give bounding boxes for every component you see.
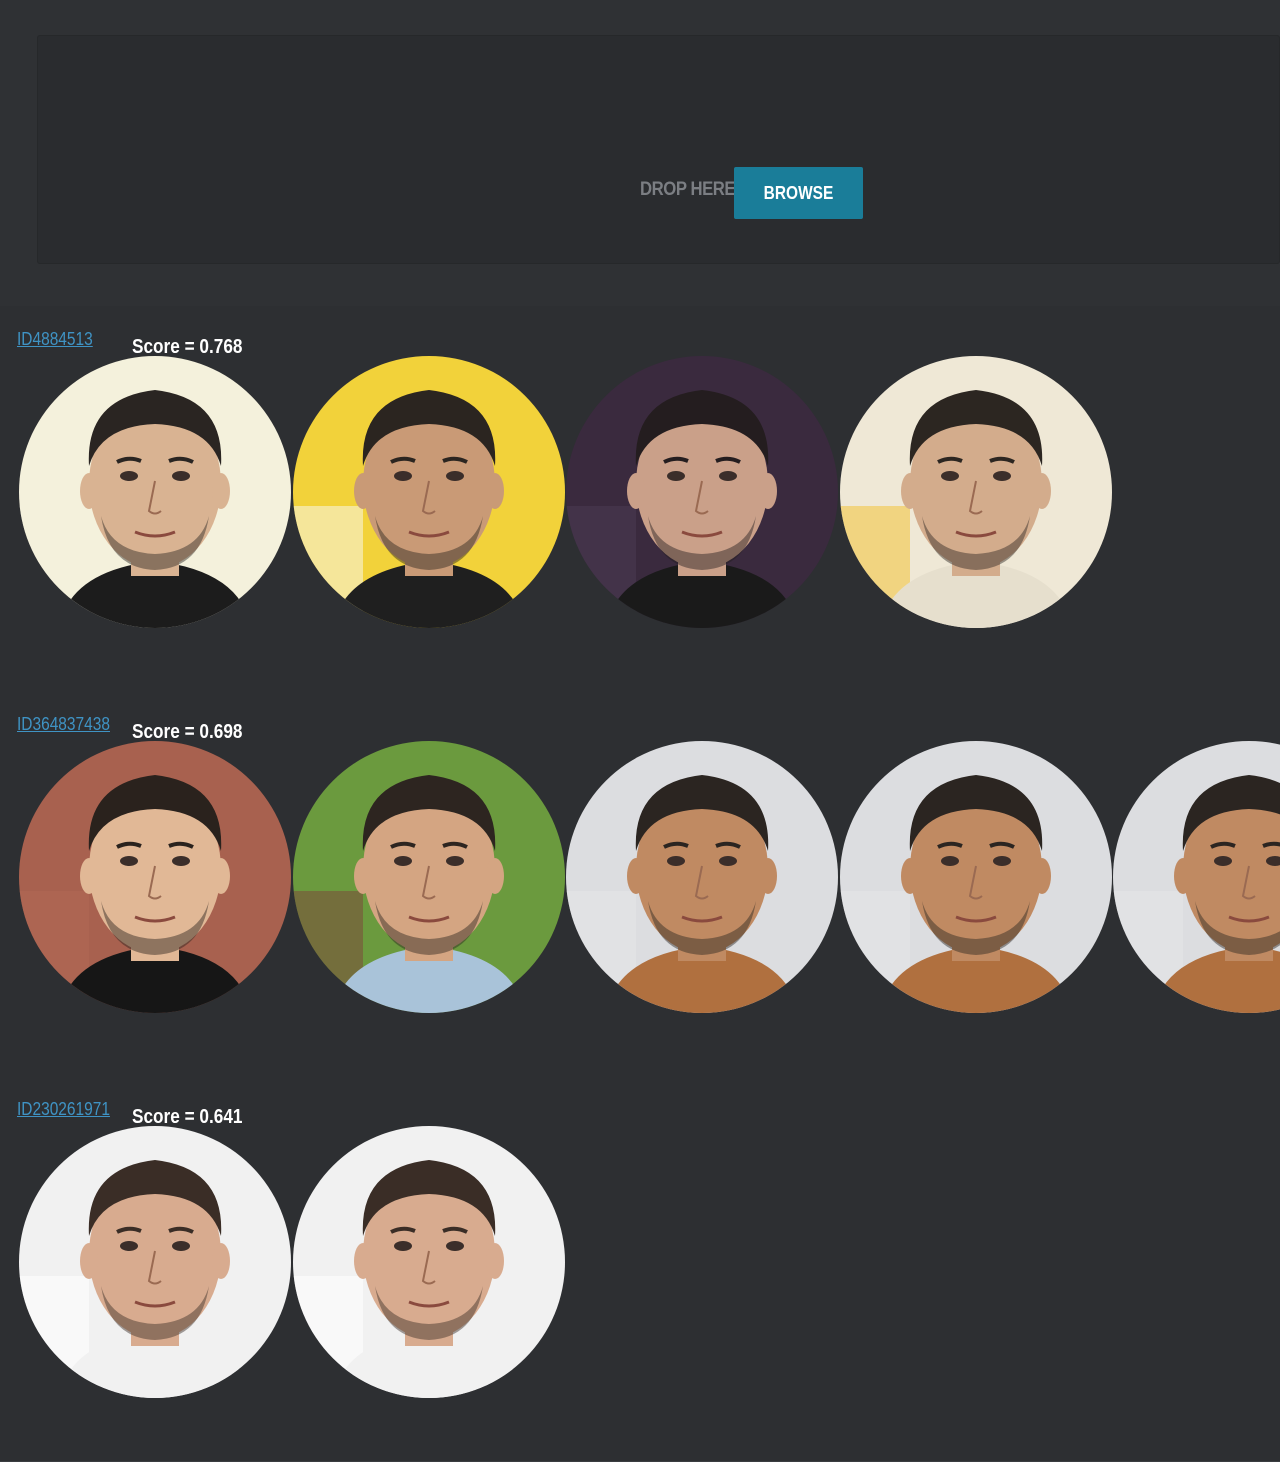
- result-row: ID4884513 Score = 0.768: [0, 306, 1280, 692]
- face-photo[interactable]: [566, 356, 838, 628]
- face-photo[interactable]: [293, 1126, 565, 1398]
- result-row: ID230261971 Score = 0.641: [0, 1076, 1280, 1462]
- face-image: [293, 741, 565, 1013]
- face-photo[interactable]: [19, 1126, 291, 1398]
- result-id-link[interactable]: ID230261971: [17, 1099, 110, 1120]
- face-photo[interactable]: [293, 741, 565, 1013]
- drop-zone[interactable]: DROP HERE BROWSE: [37, 35, 1280, 264]
- face-image: [566, 741, 838, 1013]
- result-row: ID364837438 Score = 0.698: [0, 691, 1280, 1077]
- face-image: [19, 356, 291, 628]
- result-id-link[interactable]: ID4884513: [17, 329, 93, 350]
- face-image: [19, 741, 291, 1013]
- face-image: [19, 1126, 291, 1398]
- face-photo[interactable]: [566, 741, 838, 1013]
- upload-section: DROP HERE BROWSE: [0, 0, 1280, 307]
- face-photo[interactable]: [840, 741, 1112, 1013]
- result-id-link[interactable]: ID364837438: [17, 714, 110, 735]
- face-image: [1113, 741, 1280, 1013]
- browse-button-label: BROWSE: [763, 182, 834, 203]
- face-photo[interactable]: [293, 356, 565, 628]
- face-image: [293, 1126, 565, 1398]
- face-photo[interactable]: [840, 356, 1112, 628]
- drop-here-label: DROP HERE: [640, 179, 736, 200]
- face-photo[interactable]: [19, 741, 291, 1013]
- face-image: [566, 356, 838, 628]
- face-photo[interactable]: [1113, 741, 1280, 1013]
- browse-button[interactable]: BROWSE: [734, 167, 863, 219]
- face-image: [293, 356, 565, 628]
- face-photo[interactable]: [19, 356, 291, 628]
- face-image: [840, 356, 1112, 628]
- face-image: [840, 741, 1112, 1013]
